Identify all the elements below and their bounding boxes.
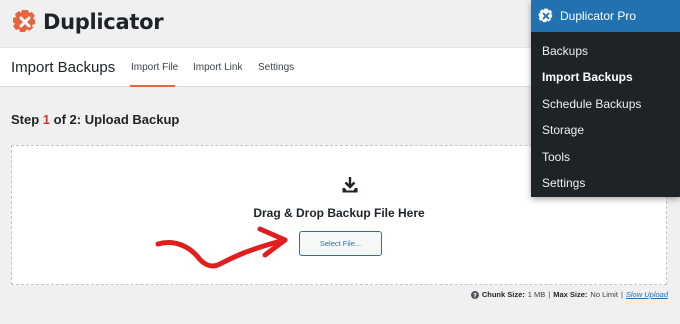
menu-item-storage[interactable]: Storage bbox=[542, 123, 584, 137]
brand-name: Duplicator bbox=[43, 10, 164, 34]
step-heading: Step 1 of 2: Upload Backup bbox=[11, 112, 179, 127]
duplicator-pro-submenu: Duplicator Pro Backups Import Backups Sc… bbox=[531, 0, 680, 197]
step-title: Upload Backup bbox=[84, 112, 180, 127]
menu-item-tools[interactable]: Tools bbox=[542, 150, 570, 164]
duplicator-logo-icon bbox=[13, 10, 35, 32]
step-current-number: 1 bbox=[42, 112, 51, 127]
brand-logo: Duplicator bbox=[12, 9, 164, 35]
help-icon: ? bbox=[470, 290, 479, 299]
max-size-label: Max Size: bbox=[553, 290, 588, 299]
active-tab-indicator bbox=[130, 85, 175, 87]
upload-limits: ? Chunk Size: 1 MB | Max Size: No Limit … bbox=[470, 290, 668, 299]
dropzone-text: Drag & Drop Backup File Here bbox=[253, 206, 425, 220]
tab-settings[interactable]: Settings bbox=[258, 62, 294, 73]
step-prefix: Step bbox=[11, 112, 40, 127]
download-icon bbox=[342, 177, 358, 193]
red-arrow-annotation bbox=[155, 226, 288, 269]
select-file-button[interactable]: Select File... bbox=[299, 231, 382, 256]
page-title: Import Backups bbox=[11, 59, 116, 76]
duplicator-menu-icon bbox=[538, 8, 553, 23]
menu-item-schedule-backups[interactable]: Schedule Backups bbox=[542, 97, 641, 111]
step-of-total: of 2: bbox=[53, 112, 82, 127]
svg-text:?: ? bbox=[473, 292, 477, 299]
submenu-header[interactable]: Duplicator Pro bbox=[531, 0, 680, 32]
menu-item-settings[interactable]: Settings bbox=[542, 176, 585, 190]
chunk-size-value: 1 MB bbox=[527, 290, 546, 299]
tab-import-file[interactable]: Import File bbox=[131, 62, 178, 73]
chunk-size-label: Chunk Size: bbox=[481, 290, 525, 299]
footer-separator-2: | bbox=[620, 290, 623, 299]
submenu-title: Duplicator Pro bbox=[560, 9, 637, 23]
menu-item-backups[interactable]: Backups bbox=[542, 44, 588, 58]
max-size-value: No Limit bbox=[590, 290, 618, 299]
tab-import-link[interactable]: Import Link bbox=[193, 62, 242, 73]
menu-item-import-backups[interactable]: Import Backups bbox=[542, 70, 633, 84]
slow-upload-link[interactable]: Slow Upload bbox=[626, 290, 668, 299]
footer-separator: | bbox=[548, 290, 551, 299]
